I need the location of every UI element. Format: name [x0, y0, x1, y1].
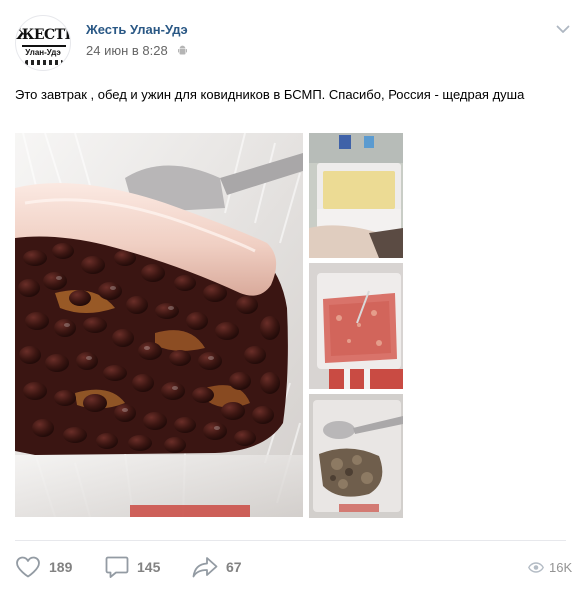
comment-button[interactable]: 145: [105, 555, 160, 579]
avatar-logo-bar: [22, 45, 66, 47]
share-button[interactable]: 67: [192, 555, 242, 579]
photo-soup-image: [309, 263, 403, 389]
post-photo-main[interactable]: [15, 133, 303, 517]
post-photo-porridge[interactable]: [309, 133, 403, 258]
photo-beans-sausage-image: [15, 133, 303, 517]
views-count: 16K: [549, 559, 573, 575]
avatar-logo-decoration: [25, 60, 63, 65]
group-name-link[interactable]: Жесть Улан-Удэ: [86, 22, 188, 37]
views-counter: 16K: [528, 558, 572, 576]
chevron-down-icon[interactable]: [556, 25, 570, 34]
post-photo-soup[interactable]: [309, 263, 403, 389]
comment-count: 145: [137, 559, 161, 575]
post-text: Это завтрак , обед и ужин для ковидников…: [15, 87, 525, 102]
avatar-logo-subtitle: Улан-Удэ: [25, 48, 61, 57]
android-icon: [178, 45, 187, 55]
wall-post: ЖЕСТЬ Улан-Удэ Жесть Улан-Удэ 24 июн в 8…: [0, 0, 581, 595]
post-date-link[interactable]: 24 июн в 8:28: [86, 43, 168, 58]
like-button[interactable]: 189: [15, 555, 72, 579]
heart-icon: [16, 556, 40, 578]
share-count: 67: [226, 559, 242, 575]
avatar-logo-title: ЖЕСТЬ: [16, 27, 71, 43]
share-arrow-icon: [192, 557, 218, 578]
group-avatar[interactable]: ЖЕСТЬ Улан-Удэ: [15, 15, 71, 71]
post-photo-meat-dish[interactable]: [309, 394, 403, 518]
footer-divider: [15, 540, 566, 541]
photo-meat-dish-image: [309, 394, 403, 518]
like-count: 189: [49, 559, 73, 575]
comment-icon: [105, 556, 129, 578]
eye-icon: [528, 561, 544, 573]
photo-porridge-image: [309, 133, 403, 258]
